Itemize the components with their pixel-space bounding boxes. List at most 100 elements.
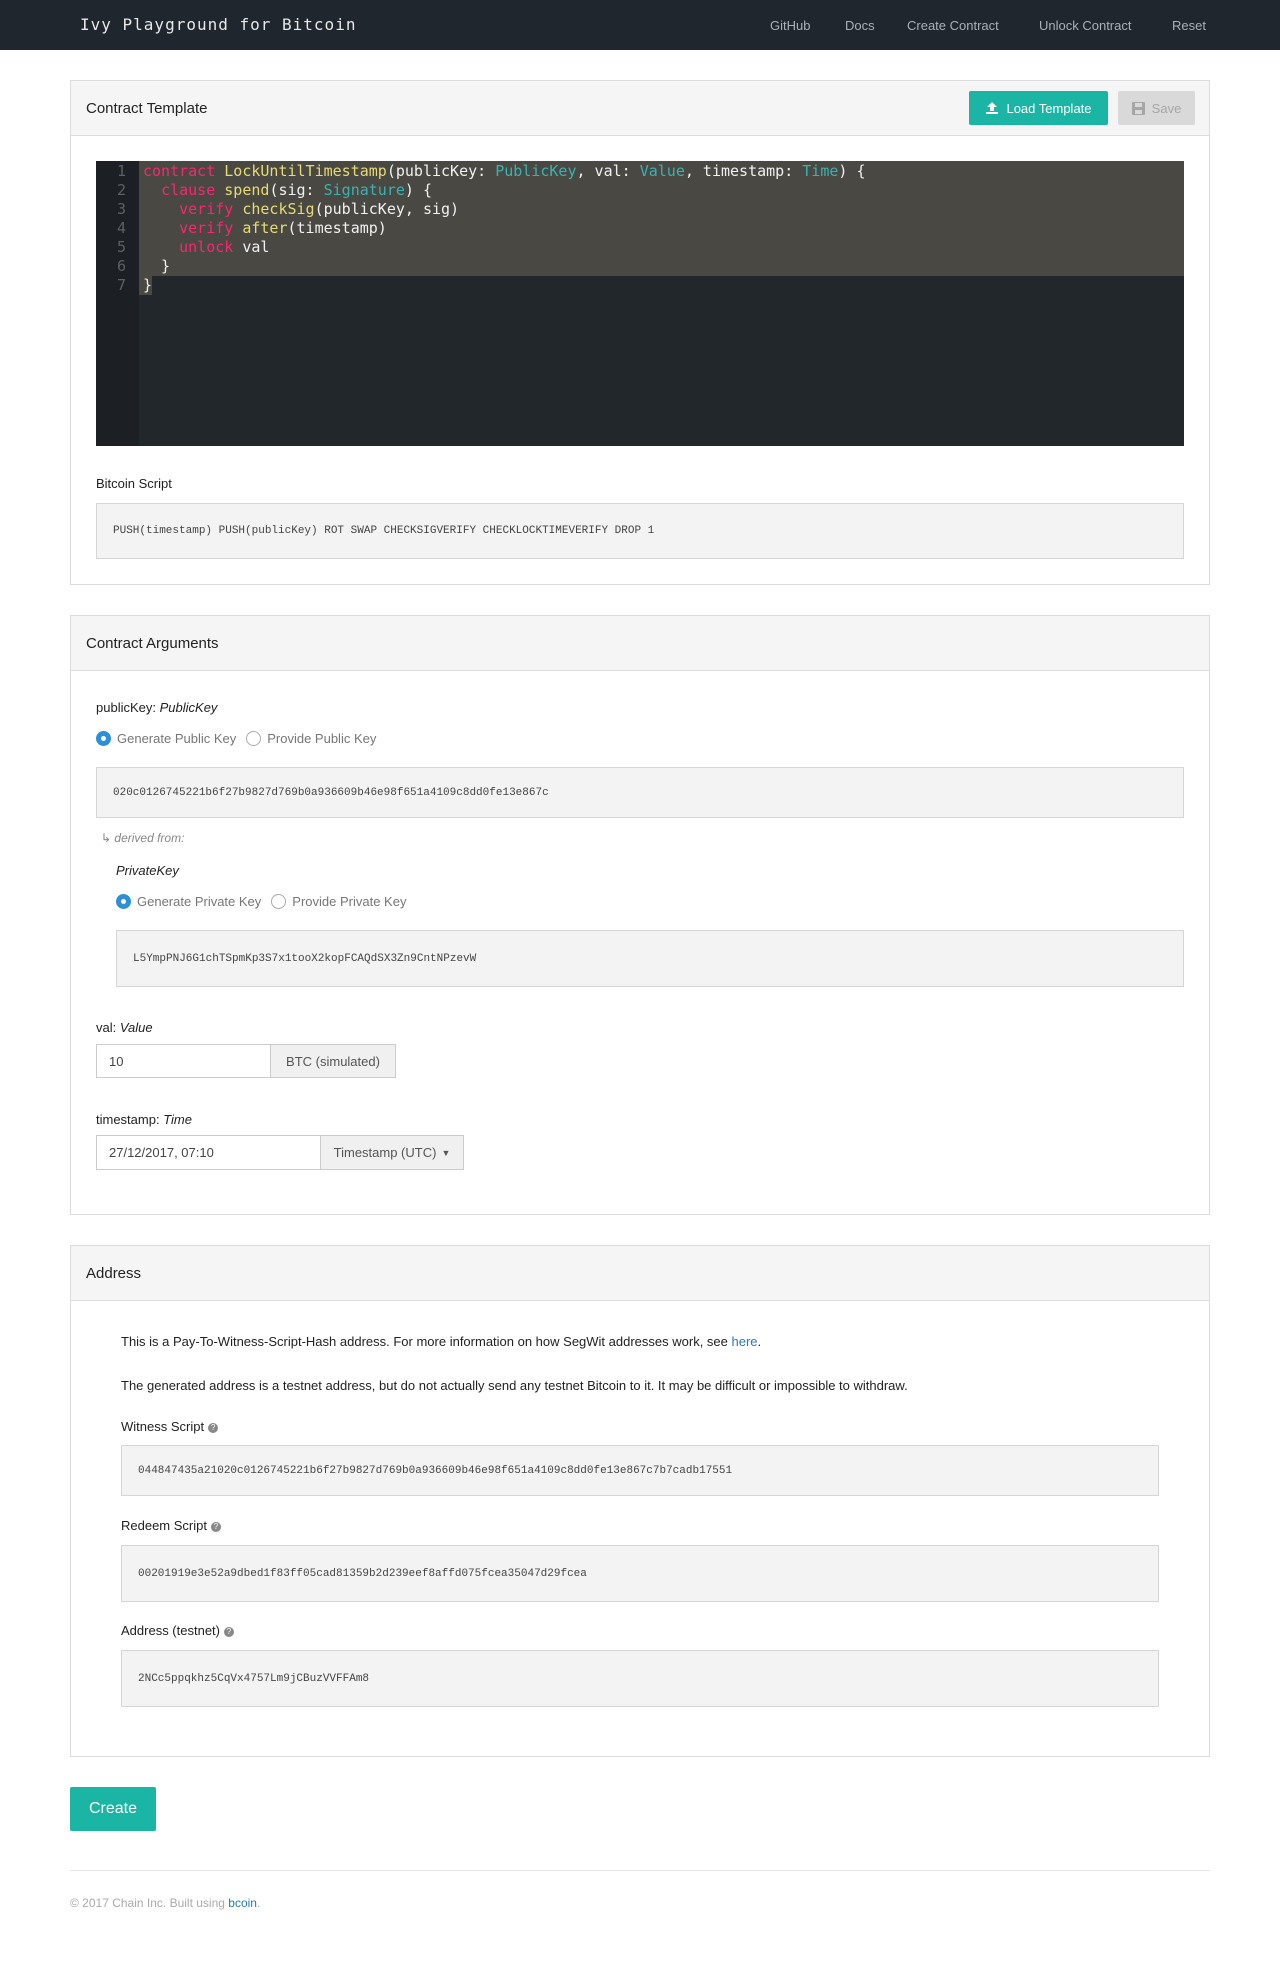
redeem-script-label: Redeem Script? <box>121 1518 221 1533</box>
app-brand[interactable]: Ivy Playground for Bitcoin <box>80 15 356 34</box>
code-token: ) { <box>404 181 432 199</box>
code-token: } <box>143 257 171 275</box>
option-label: Provide Private Key <box>292 894 407 909</box>
code-token: unlock <box>179 238 234 256</box>
panel-heading: Contract Template Load Template Save <box>71 81 1209 136</box>
privkey-radio-group: Generate Private Key Provide Private Key <box>116 894 416 909</box>
redeem-script-label-text: Redeem Script <box>121 1518 207 1533</box>
nav-link-github[interactable]: GitHub <box>770 18 810 33</box>
code-editor[interactable]: 1 contract LockUntilTimestamp(publicKey: … <box>96 161 1184 446</box>
code-token: Time <box>802 162 839 180</box>
value-input[interactable]: 10 <box>96 1044 271 1078</box>
code-token: verify <box>179 200 234 218</box>
code-line: 2 clause spend(sig: Signature) { <box>96 181 1184 200</box>
line-number: 1 <box>116 162 126 180</box>
option-label: Generate Public Key <box>117 731 237 746</box>
bitcoin-script-label: Bitcoin Script <box>96 476 172 491</box>
code-token: (sig: <box>269 181 324 199</box>
code-token: val <box>233 238 270 256</box>
redeem-script-value: 00201919e3e52a9dbed1f83ff05cad81359b2d23… <box>121 1545 1159 1602</box>
code-token: ) { <box>838 162 866 180</box>
p2wsh-info-text: This is a Pay-To-Witness-Script-Hash add… <box>121 1334 761 1349</box>
code-token: PublicKey <box>495 162 577 180</box>
code-token: } <box>143 276 153 294</box>
privkey-type: PrivateKey <box>116 863 179 878</box>
footer-divider <box>70 1870 1210 1871</box>
footer: © 2017 Chain Inc. Built using bcoin. <box>70 1896 260 1910</box>
option-label: Generate Private Key <box>137 894 262 909</box>
code-text: contract LockUntilTimestamp(publicKey: P… <box>143 162 866 181</box>
code-token: spend <box>224 181 270 199</box>
pubkey-type: PublicKey <box>159 700 218 715</box>
radio-unselected[interactable] <box>271 894 287 909</box>
code-text: verify checkSig(publicKey, sig) <box>143 200 459 219</box>
code-line: 6 } <box>96 257 1184 276</box>
load-template-button[interactable]: Load Template <box>969 91 1108 125</box>
segwit-info-link[interactable]: here <box>732 1334 758 1349</box>
save-button[interactable]: Save <box>1118 91 1195 125</box>
radio-selected[interactable] <box>96 731 111 746</box>
footer-period: . <box>256 1896 261 1910</box>
question-circle-icon[interactable]: ? <box>224 1627 234 1637</box>
line-number: 7 <box>116 276 126 294</box>
code-token: Value <box>639 162 685 180</box>
code-line: 3 verify checkSig(publicKey, sig) <box>96 200 1184 219</box>
bitcoin-script-output: PUSH(timestamp) PUSH(publicKey) ROT SWAP… <box>96 503 1184 559</box>
timestamp-format-dropdown[interactable]: Timestamp (UTC) ▼ <box>320 1135 464 1170</box>
line-number: 6 <box>116 257 126 275</box>
radio-unselected[interactable] <box>246 731 262 746</box>
code-token: (publicKey, sig) <box>314 200 460 218</box>
line-number: 3 <box>116 200 126 218</box>
panel-title: Address <box>86 1265 142 1282</box>
code-text: clause spend(sig: Signature) { <box>143 181 432 200</box>
timestamp-input[interactable]: 27/12/2017, 07:10 <box>96 1135 321 1170</box>
provide-public-key-option[interactable]: Provide Public Key <box>246 731 376 746</box>
code-token: checkSig <box>242 200 315 218</box>
code-line: 5 unlock val <box>96 238 1184 257</box>
nav-link-docs[interactable]: Docs <box>845 18 875 33</box>
nav-link-create-contract[interactable]: Create Contract <box>907 18 999 33</box>
code-token: (publicKey: <box>386 162 496 180</box>
bcoin-link[interactable]: bcoin <box>228 1896 257 1910</box>
witness-script-label: Witness Script? <box>121 1419 219 1434</box>
code-token: contract <box>143 162 216 180</box>
contract-arguments-panel: Contract Arguments publicKey: PublicKey … <box>70 615 1210 1215</box>
provide-private-key-option[interactable]: Provide Private Key <box>271 894 406 909</box>
testnet-address-label: Address (testnet)? <box>121 1623 234 1638</box>
code-token: clause <box>161 181 216 199</box>
code-token: , timestamp: <box>684 162 803 180</box>
address-panel: Address This is a Pay-To-Witness-Script-… <box>70 1245 1210 1757</box>
upload-icon <box>986 102 999 114</box>
val-type: Value <box>119 1020 153 1035</box>
code-line: 7} <box>96 276 1184 295</box>
nav-link-reset[interactable]: Reset <box>1172 18 1206 33</box>
footer-copyright: © 2017 Chain Inc. Built using <box>70 1896 229 1910</box>
derived-from-note: ↳ derived from: <box>101 831 184 845</box>
testnet-warning-text: The generated address is a testnet addre… <box>121 1378 908 1393</box>
pubkey-name: publicKey: <box>96 700 156 715</box>
val-name: val: <box>96 1020 117 1035</box>
radio-selected[interactable] <box>116 894 131 909</box>
question-circle-icon[interactable]: ? <box>210 1522 221 1532</box>
code-token: , val: <box>576 162 640 180</box>
derived-from-text: derived from: <box>114 831 185 845</box>
generate-private-key-option[interactable]: Generate Private Key <box>116 894 261 909</box>
line-number: 2 <box>116 181 126 199</box>
contract-template-panel: Contract Template Load Template Save 1 co… <box>70 80 1210 585</box>
p2wsh-info-period: . <box>757 1334 762 1349</box>
nav-link-unlock-contract[interactable]: Unlock Contract <box>1039 18 1131 33</box>
save-label: Save <box>1151 100 1182 116</box>
create-button[interactable]: Create <box>70 1787 156 1831</box>
panel-heading: Contract Arguments <box>71 616 1209 671</box>
generate-public-key-option[interactable]: Generate Public Key <box>96 731 236 746</box>
code-line: 4 verify after(timestamp) <box>96 219 1184 238</box>
question-circle-icon[interactable]: ? <box>208 1423 219 1433</box>
caret-down-icon: ▼ <box>441 1147 451 1158</box>
panel-title: Contract Arguments <box>86 635 219 652</box>
code-token: (timestamp) <box>287 219 387 237</box>
